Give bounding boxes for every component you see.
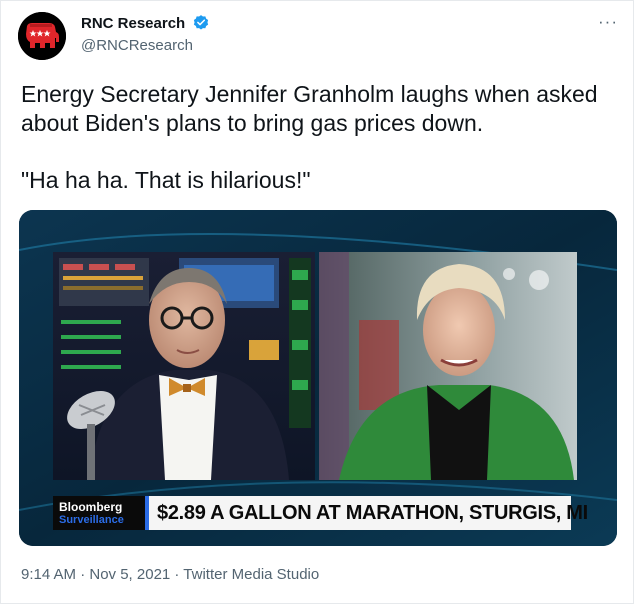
tweet-media-video[interactable]: Bloomberg Surveillance $2.89 A GALLON AT… — [19, 210, 617, 546]
tweet-quote-line: "Ha ha ha. That is hilarious!" — [21, 167, 311, 193]
tweet-text: Energy Secretary Jennifer Granholm laugh… — [21, 80, 621, 195]
tweet-card: RNC Research @RNCResearch ··· Energy Sec… — [0, 0, 634, 604]
more-options-icon[interactable]: ··· — [598, 12, 618, 32]
author-handle[interactable]: @RNCResearch — [81, 37, 193, 54]
lower-third-headline: $2.89 A GALLON AT MARATHON, STURGIS, MI — [157, 502, 588, 524]
author-display-name[interactable]: RNC Research — [81, 15, 185, 32]
tweet-timestamp[interactable]: 9:14 AM · Nov 5, 2021 · Twitter Media St… — [21, 566, 319, 583]
gop-elephant-icon — [18, 12, 66, 60]
verified-badge-icon — [193, 15, 209, 30]
bloomberg-network-label: Bloomberg — [59, 500, 123, 514]
avatar[interactable] — [18, 12, 66, 60]
video-frame — [19, 210, 617, 546]
bloomberg-show-label: Surveillance — [59, 514, 124, 526]
tweet-text-line: Energy Secretary Jennifer Granholm laugh… — [21, 81, 598, 136]
